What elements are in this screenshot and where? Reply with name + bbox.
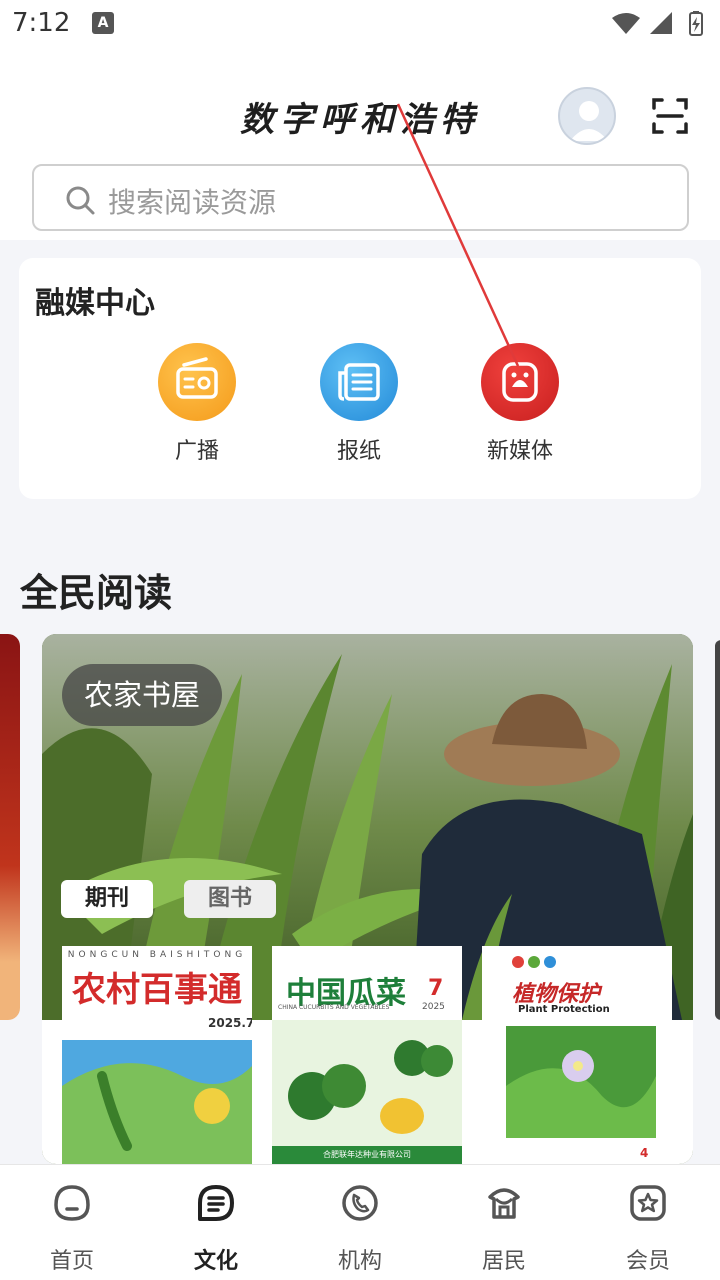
- search-placeholder: 搜索阅读资源: [108, 186, 277, 219]
- nav-item-institution[interactable]: 机构: [310, 1181, 410, 1275]
- culture-icon: [198, 1185, 234, 1221]
- cover-year: 2025: [422, 1002, 445, 1012]
- status-icons: [612, 11, 703, 36]
- notification-icon: A: [92, 12, 114, 34]
- media-center-title: 融媒中心: [35, 286, 155, 321]
- farm-bookstore-banner[interactable]: 农家书屋 期刊 图书 NONGCUN BAISHITONG 农村百事通 2025…: [42, 634, 693, 1164]
- carousel-next-slide[interactable]: [715, 640, 720, 1020]
- search-input[interactable]: 搜索阅读资源: [32, 164, 689, 231]
- search-icon: [66, 186, 95, 215]
- nav-item-culture[interactable]: 文化: [166, 1181, 266, 1275]
- status-time: 7:12: [12, 8, 71, 38]
- status-bar: 7:12 A: [0, 0, 720, 50]
- media-item-new-media[interactable]: 新媒体: [460, 343, 580, 465]
- nav-label-member: 会员: [625, 1249, 670, 1274]
- resident-icon: [488, 1188, 520, 1219]
- bottom-nav: 首页 文化 机构 居民 会员: [0, 1164, 720, 1280]
- cover-footer: 合肥联年达种业有限公司: [323, 1150, 411, 1159]
- magazine-cover[interactable]: 植物保护 Plant Protection 4: [482, 946, 672, 1164]
- newspaper-icon: [320, 343, 398, 421]
- nav-label-resident: 居民: [481, 1249, 526, 1274]
- screen: 7:12 A 数字呼和浩特 搜索阅读资源 融媒中心 广播 报纸 新媒体 全民阅读…: [0, 0, 720, 1280]
- media-label-radio: 广播: [174, 439, 219, 464]
- cover-subtitle: NONGCUN BAISHITONG: [67, 950, 247, 960]
- farm-bookstore-badge: 农家书屋: [62, 664, 223, 726]
- media-item-newspaper[interactable]: 报纸: [299, 343, 419, 465]
- media-label-new-media: 新媒体: [486, 439, 553, 464]
- magazine-cover[interactable]: 中国瓜菜 7 2025 CHINA CUCURBITS AND VEGETABL…: [272, 946, 462, 1164]
- nav-label-institution: 机构: [337, 1249, 382, 1274]
- tab-periodicals[interactable]: 期刊: [61, 880, 153, 918]
- media-item-radio[interactable]: 广播: [137, 343, 257, 465]
- radio-icon: [158, 343, 236, 421]
- media-label-newspaper: 报纸: [336, 439, 381, 464]
- home-icon: [54, 1185, 90, 1221]
- member-icon: [630, 1185, 666, 1221]
- cover-issue: 7: [428, 976, 444, 1001]
- cover-subtitle: Plant Protection: [518, 1004, 610, 1015]
- cover-issue: 4: [640, 1146, 649, 1160]
- nav-item-home[interactable]: 首页: [22, 1181, 122, 1275]
- cover-issue: 2025.7: [208, 1016, 252, 1030]
- user-avatar[interactable]: [558, 87, 616, 145]
- wifi-icon: [612, 13, 640, 34]
- tab-books[interactable]: 图书: [184, 880, 276, 918]
- nav-label-home: 首页: [49, 1249, 94, 1274]
- media-center-card: 融媒中心 广播 报纸 新媒体: [19, 258, 701, 499]
- nav-label-culture: 文化: [193, 1249, 238, 1274]
- nav-item-member[interactable]: 会员: [598, 1181, 698, 1275]
- scan-icon[interactable]: [650, 96, 690, 136]
- new-media-icon: [481, 343, 559, 421]
- cover-subtitle: CHINA CUCURBITS AND VEGETABLES: [278, 1004, 390, 1011]
- nav-item-resident[interactable]: 居民: [454, 1181, 554, 1275]
- magazine-cover[interactable]: NONGCUN BAISHITONG 农村百事通 2025.7: [62, 946, 252, 1164]
- cover-title: 农村百事通: [72, 970, 242, 1010]
- carousel-prev-slide[interactable]: [0, 634, 20, 1020]
- signal-icon: [650, 12, 672, 34]
- reading-section-title: 全民阅读: [20, 571, 173, 615]
- institution-icon: [342, 1185, 378, 1221]
